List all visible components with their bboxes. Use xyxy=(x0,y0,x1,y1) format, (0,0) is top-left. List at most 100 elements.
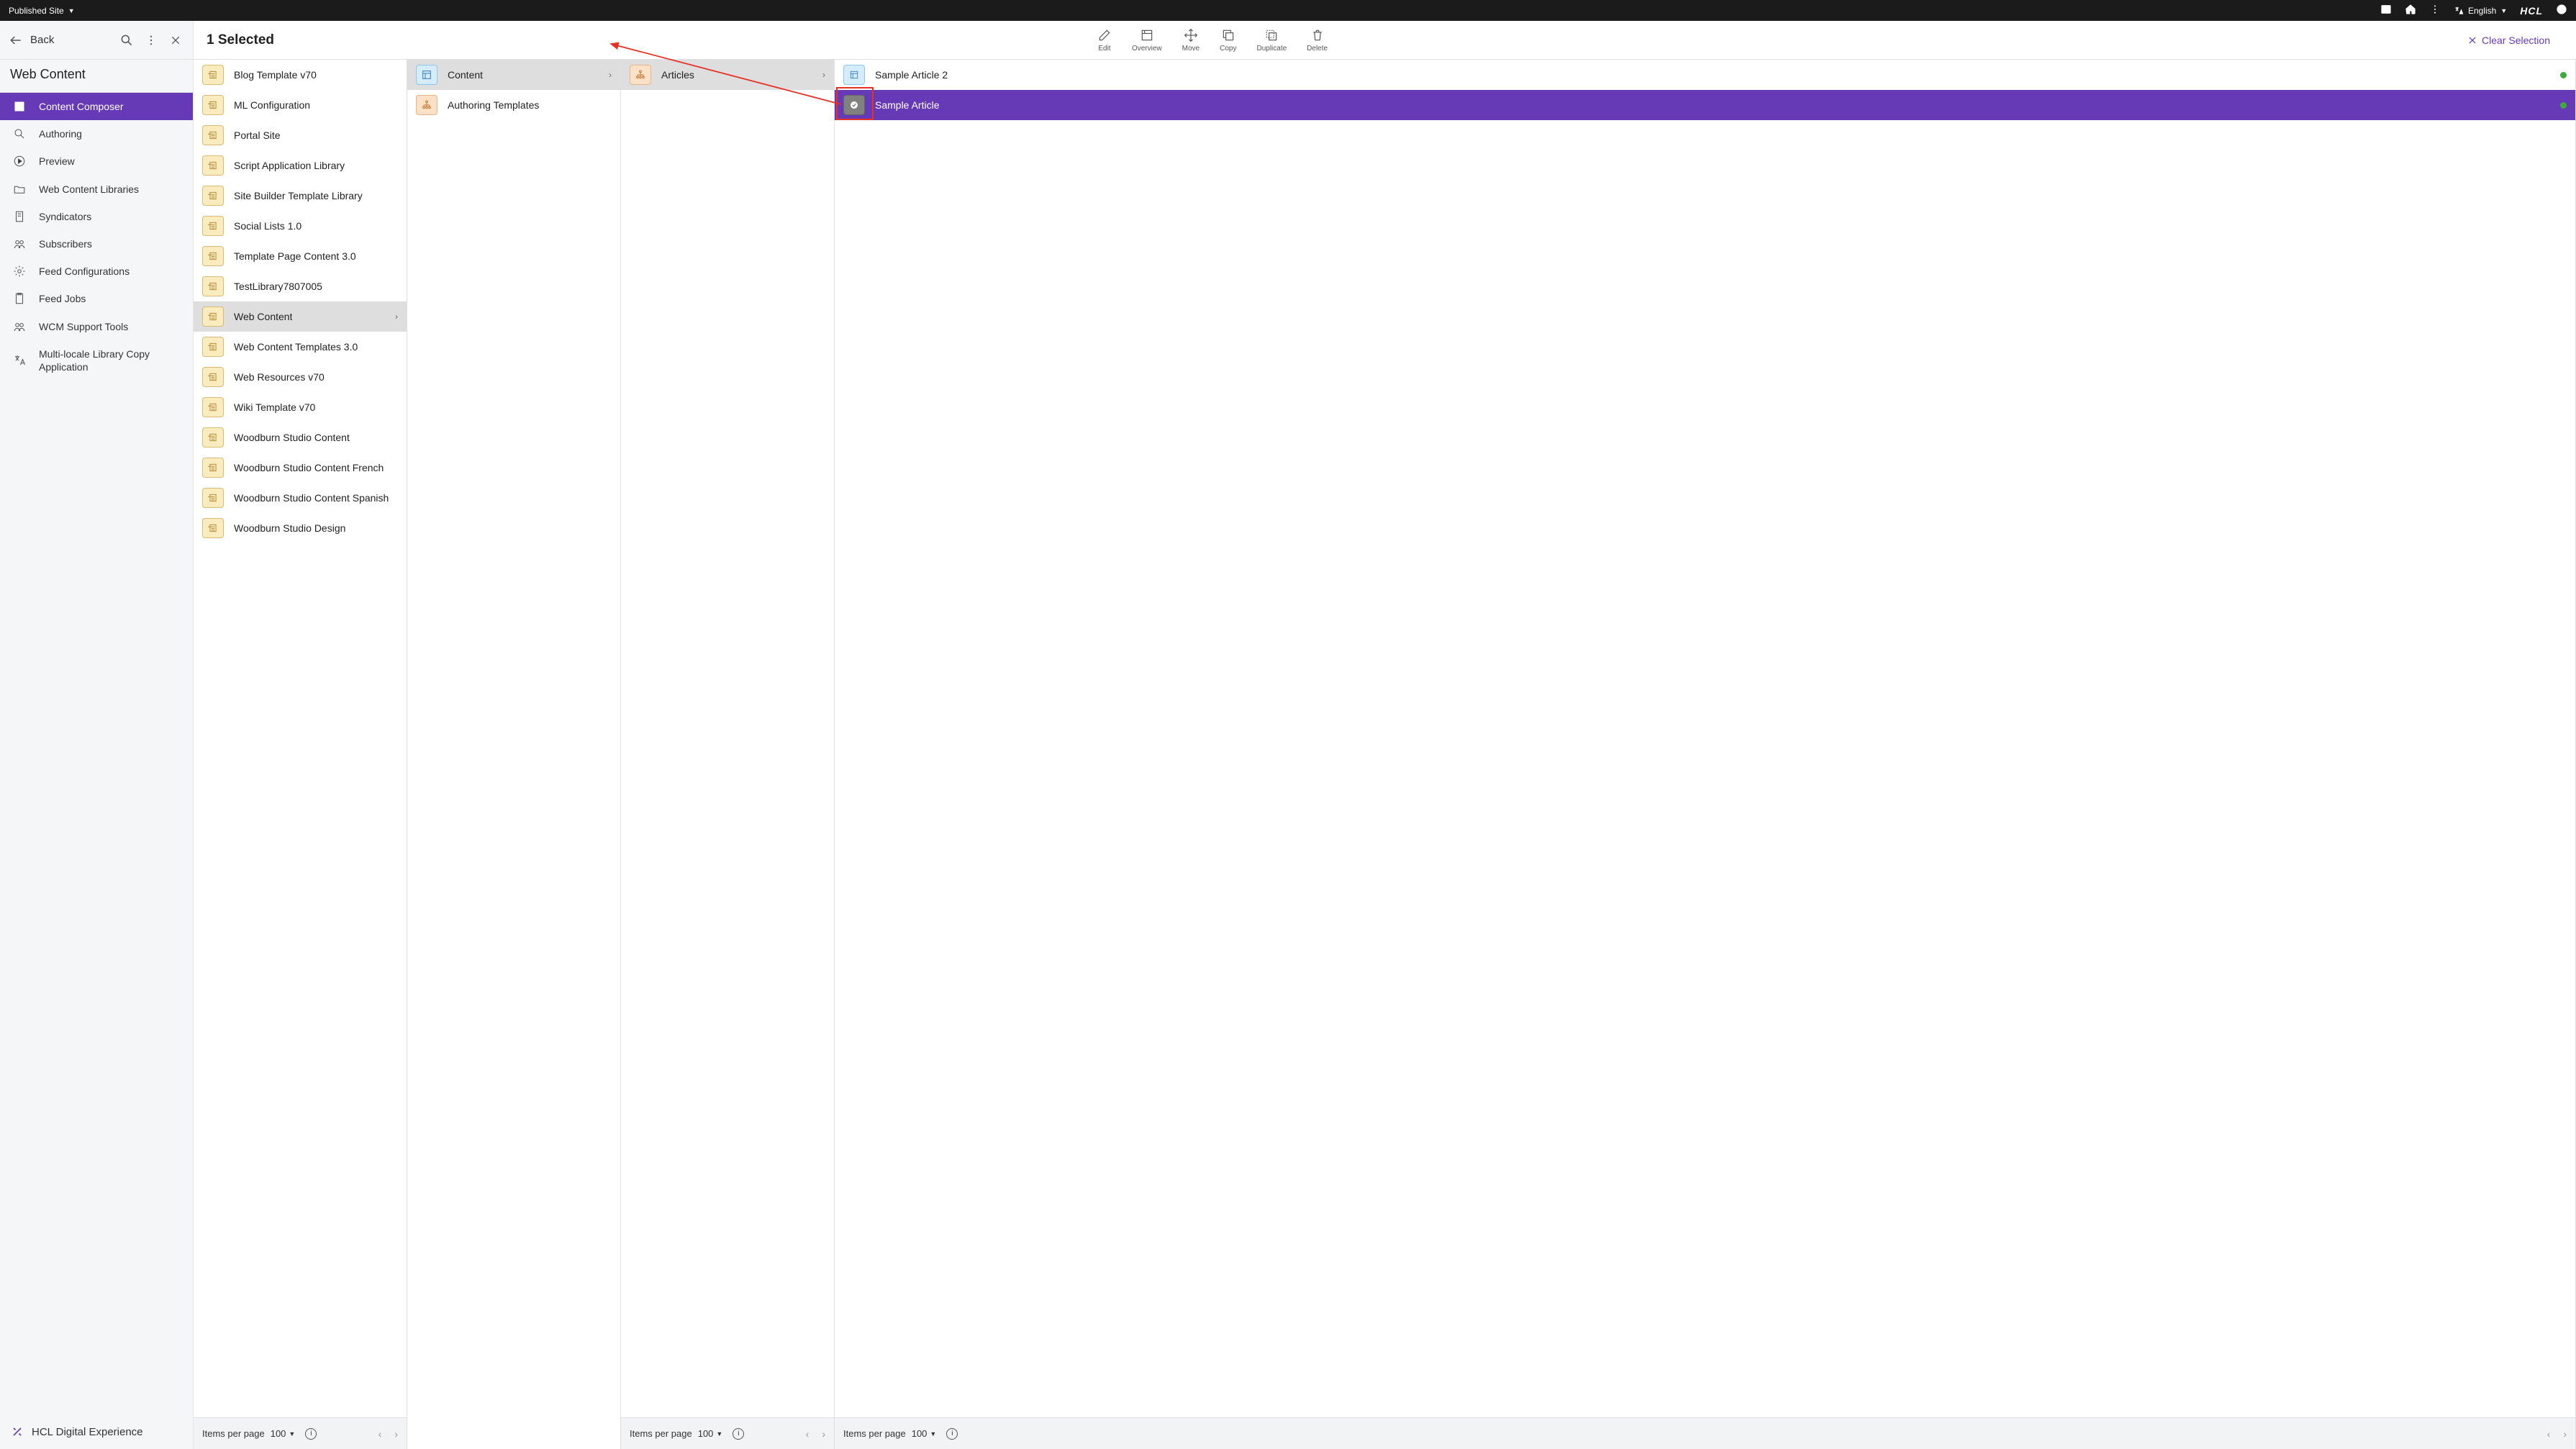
next-page[interactable]: › xyxy=(394,1428,398,1440)
library-row[interactable]: Web Resources v70 xyxy=(194,362,407,392)
column-articles: Articles› Items per page 100▼ i ‹› xyxy=(621,60,835,1449)
library-icon xyxy=(202,337,224,357)
sidebar-item-feed-config[interactable]: Feed Configurations xyxy=(0,258,193,285)
header: Back 1 Selected Edit Overview Move xyxy=(0,21,2576,60)
library-row[interactable]: Wiki Template v70 xyxy=(194,392,407,422)
sidebar-item-label: Content Composer xyxy=(39,100,124,113)
library-icon xyxy=(202,458,224,478)
pagination: Items per page 100▼ i ‹› xyxy=(194,1417,407,1449)
back-label: Back xyxy=(30,34,54,46)
column-row[interactable]: Authoring Templates xyxy=(407,90,620,120)
prev-page[interactable]: ‹ xyxy=(806,1428,809,1440)
row-label: Sample Article 2 xyxy=(875,69,948,81)
content-sel-icon xyxy=(843,95,865,115)
library-icon xyxy=(202,246,224,266)
sidebar-item-mllc[interactable]: Multi-locale Library Copy Application xyxy=(0,340,193,381)
row-label: Woodburn Studio Content French xyxy=(234,462,384,473)
clear-selection-label: Clear Selection xyxy=(2482,35,2550,46)
library-row[interactable]: Social Lists 1.0 xyxy=(194,211,407,241)
column-row[interactable]: Sample Article 2 xyxy=(835,60,2575,90)
sidebar-item-label: WCM Support Tools xyxy=(39,320,128,333)
prev-page[interactable]: ‹ xyxy=(378,1428,382,1440)
library-row[interactable]: Site Builder Template Library xyxy=(194,181,407,211)
sidebar-item-content-composer[interactable]: Content Composer xyxy=(0,93,193,120)
more-icon[interactable] xyxy=(2429,4,2441,17)
sidebar-item-authoring[interactable]: Authoring xyxy=(0,120,193,147)
sidebar-item-feed-jobs[interactable]: Feed Jobs xyxy=(0,285,193,312)
panel-icon[interactable] xyxy=(2380,4,2392,17)
next-page[interactable]: › xyxy=(2563,1428,2567,1440)
delete-button[interactable]: Delete xyxy=(1307,28,1328,53)
back-button[interactable] xyxy=(9,33,23,47)
info-icon[interactable] xyxy=(2556,4,2567,17)
move-button[interactable]: Move xyxy=(1182,28,1199,53)
library-icon xyxy=(202,216,224,236)
sidebar-item-label: Feed Configurations xyxy=(39,265,130,278)
library-icon xyxy=(202,367,224,387)
selected-count: 1 Selected xyxy=(207,32,274,48)
site-mode-dropdown[interactable]: Published Site ▼ xyxy=(9,6,75,16)
prev-page[interactable]: ‹ xyxy=(2547,1428,2551,1440)
close-icon[interactable] xyxy=(167,32,184,49)
column-row[interactable]: Content› xyxy=(407,60,620,90)
sidebar: Web Content Content ComposerAuthoringPre… xyxy=(0,60,194,1449)
caret-down-icon: ▼ xyxy=(2500,7,2507,14)
library-icon xyxy=(202,397,224,417)
library-row[interactable]: Portal Site xyxy=(194,120,407,150)
column-content: Content› Authoring Templates xyxy=(407,60,621,1449)
more-icon[interactable] xyxy=(142,32,160,49)
edit-button[interactable]: Edit xyxy=(1097,28,1112,53)
home-icon[interactable] xyxy=(2405,4,2416,17)
library-row[interactable]: Woodburn Studio Design xyxy=(194,513,407,543)
per-page-dropdown[interactable]: 100▼ xyxy=(271,1428,296,1439)
status-dot xyxy=(2560,72,2567,78)
row-label: Woodburn Studio Design xyxy=(234,522,345,534)
row-label: Web Content xyxy=(234,311,292,322)
overview-button[interactable]: Overview xyxy=(1132,28,1162,53)
tool-label: Overview xyxy=(1132,45,1162,53)
library-row[interactable]: Blog Template v70 xyxy=(194,60,407,90)
toolbar: Edit Overview Move Copy Duplicate Delete xyxy=(1097,28,1328,53)
copy-button[interactable]: Copy xyxy=(1220,28,1236,53)
duplicate-button[interactable]: Duplicate xyxy=(1256,28,1287,53)
search-icon[interactable] xyxy=(118,32,135,49)
row-label: Content xyxy=(448,69,483,81)
info-icon[interactable]: i xyxy=(733,1428,744,1440)
row-label: ML Configuration xyxy=(234,99,310,111)
row-label: Woodburn Studio Content Spanish xyxy=(234,492,389,504)
library-row[interactable]: Script Application Library xyxy=(194,150,407,181)
sidebar-footer: HCL Digital Experience xyxy=(0,1414,193,1449)
row-label: Authoring Templates xyxy=(448,99,539,111)
info-icon[interactable]: i xyxy=(946,1428,958,1440)
row-label: Web Content Templates 3.0 xyxy=(234,341,358,353)
per-page-dropdown[interactable]: 100▼ xyxy=(698,1428,723,1439)
info-icon[interactable]: i xyxy=(305,1428,317,1440)
language-dropdown[interactable]: English ▼ xyxy=(2454,6,2507,16)
library-row[interactable]: TestLibrary7807005 xyxy=(194,271,407,301)
row-label: Woodburn Studio Content xyxy=(234,432,350,443)
library-row[interactable]: Woodburn Studio Content Spanish xyxy=(194,483,407,513)
library-row[interactable]: Woodburn Studio Content xyxy=(194,422,407,453)
sidebar-item-preview[interactable]: Preview xyxy=(0,147,193,175)
columns: Blog Template v70 ML Configuration Portal … xyxy=(194,60,2576,1449)
next-page[interactable]: › xyxy=(822,1428,825,1440)
sidebar-item-libraries[interactable]: Web Content Libraries xyxy=(0,176,193,203)
sidebar-item-wcm-support[interactable]: WCM Support Tools xyxy=(0,313,193,340)
sidebar-item-subscribers[interactable]: Subscribers xyxy=(0,230,193,258)
column-row[interactable]: Sample Article xyxy=(835,90,2575,120)
footer-brand: HCL Digital Experience xyxy=(32,1426,143,1438)
sidebar-item-label: Feed Jobs xyxy=(39,292,86,305)
column-row[interactable]: Articles› xyxy=(621,60,834,90)
library-row[interactable]: Web Content Templates 3.0 xyxy=(194,332,407,362)
header-main: 1 Selected Edit Overview Move Copy Dupli… xyxy=(194,21,2576,59)
per-page-dropdown[interactable]: 100▼ xyxy=(912,1428,937,1439)
content-icon xyxy=(843,65,865,85)
library-row[interactable]: Web Content› xyxy=(194,301,407,332)
library-row[interactable]: ML Configuration xyxy=(194,90,407,120)
library-icon xyxy=(202,125,224,145)
library-row[interactable]: Template Page Content 3.0 xyxy=(194,241,407,271)
sidebar-item-syndicators[interactable]: Syndicators xyxy=(0,203,193,230)
library-icon xyxy=(202,427,224,448)
clear-selection-button[interactable]: Clear Selection xyxy=(2467,35,2563,46)
library-row[interactable]: Woodburn Studio Content French xyxy=(194,453,407,483)
